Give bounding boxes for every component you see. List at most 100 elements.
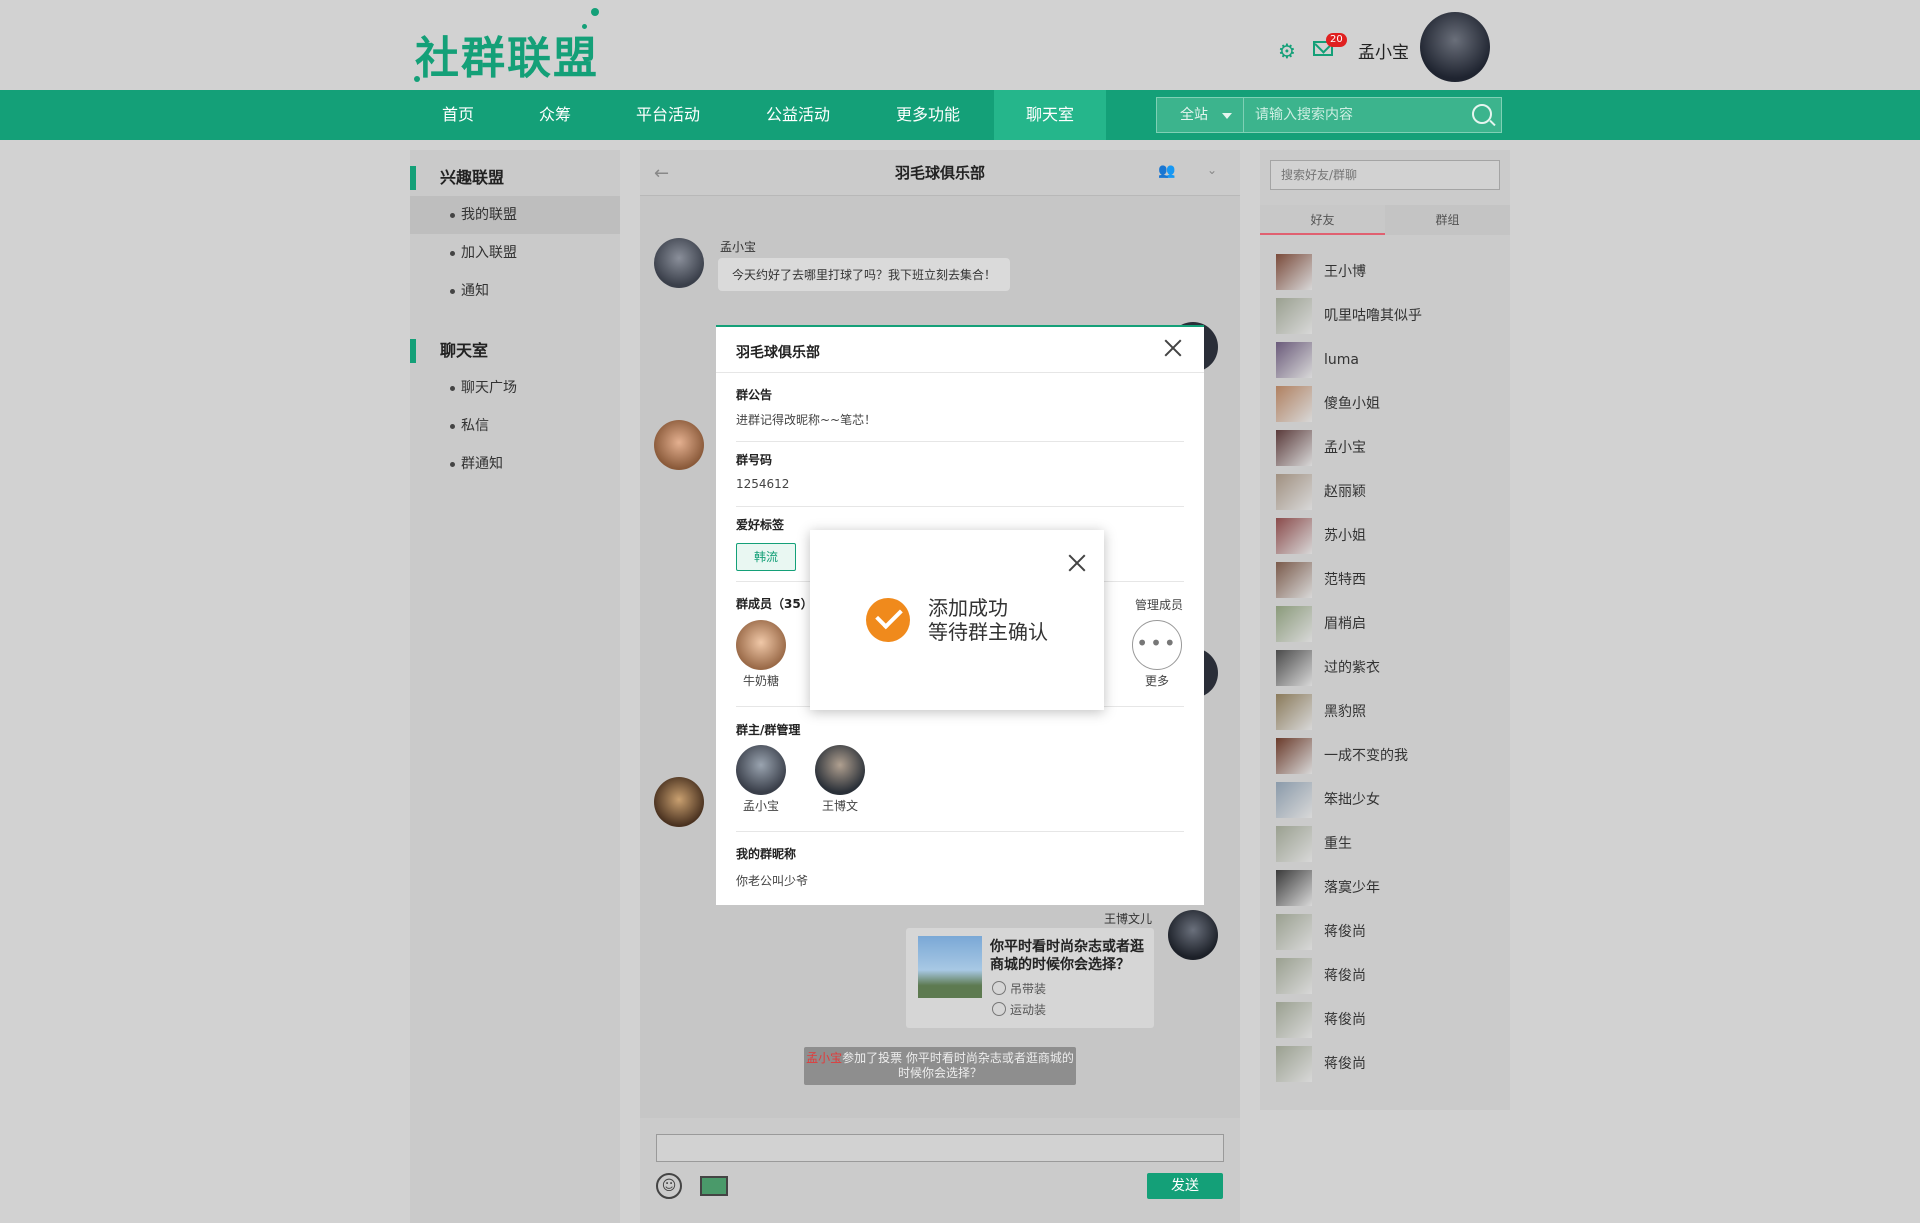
friend-item[interactable]: 黑豹照 xyxy=(1276,694,1496,730)
nav-item-home[interactable]: 首页 xyxy=(424,90,492,140)
members-icon[interactable]: 👥 xyxy=(1158,163,1175,179)
nickname-label: 我的群昵称 xyxy=(736,847,797,861)
friend-name: 蒋俊尚 xyxy=(1324,1056,1366,1072)
friend-item[interactable]: 蒋俊尚 xyxy=(1276,914,1496,950)
system-notice: 孟小宝参加了投票 你平时看时尚杂志或者逛商城的时候你会选择？ xyxy=(804,1047,1076,1085)
avatar[interactable] xyxy=(654,777,704,827)
divider xyxy=(716,372,1204,373)
sidebar-item-private-message[interactable]: 私信 xyxy=(410,407,620,445)
image-icon[interactable] xyxy=(700,1176,728,1196)
friend-item[interactable]: 笨拙少女 xyxy=(1276,782,1496,818)
notice-actor: 孟小宝 xyxy=(806,1051,843,1065)
sidebar-item-notifications[interactable]: 通知 xyxy=(410,272,620,310)
site-logo[interactable]: 社群联盟 xyxy=(415,22,599,86)
friend-avatar xyxy=(1276,562,1312,598)
members-label: 群成员（35） xyxy=(736,597,813,611)
sidebar-item-label: 我的联盟 xyxy=(461,207,517,223)
sidebar-section-chatroom: 聊天室 xyxy=(440,341,489,360)
bullet-icon xyxy=(450,212,455,218)
user-name[interactable]: 孟小宝 xyxy=(1358,38,1409,63)
friend-name: 过的紫衣 xyxy=(1324,660,1380,676)
tags-label: 爱好标签 xyxy=(736,518,785,532)
tab-friends[interactable]: 好友 xyxy=(1260,205,1385,235)
gear-icon[interactable]: ⚙ xyxy=(1276,40,1298,62)
friend-name: 笨拙少女 xyxy=(1324,792,1380,808)
friend-item[interactable]: 孟小宝 xyxy=(1276,430,1496,466)
bullet-icon xyxy=(450,250,455,256)
friend-item[interactable]: 一成不变的我 xyxy=(1276,738,1496,774)
send-button[interactable]: 发送 xyxy=(1147,1173,1223,1199)
close-icon[interactable] xyxy=(1160,335,1186,361)
friend-name: 孟小宝 xyxy=(1324,440,1366,456)
friend-avatar xyxy=(1276,298,1312,334)
friend-item[interactable]: 重生 xyxy=(1276,826,1496,862)
vote-option-radio[interactable] xyxy=(992,1002,1006,1016)
friend-item[interactable]: 傻鱼小姐 xyxy=(1276,386,1496,422)
sidebar-item-group-notice[interactable]: 群通知 xyxy=(410,445,620,483)
more-label[interactable]: 更多 xyxy=(1127,672,1187,689)
friend-item[interactable]: luma xyxy=(1276,342,1496,378)
admin-name: 孟小宝 xyxy=(742,799,779,813)
close-icon[interactable] xyxy=(1064,550,1090,576)
friend-item[interactable]: 苏小姐 xyxy=(1276,518,1496,554)
site-search-input[interactable] xyxy=(1245,98,1475,132)
admin-name: 王博文 xyxy=(821,799,858,813)
friend-name: 蒋俊尚 xyxy=(1324,924,1366,940)
friend-item[interactable]: 王小博 xyxy=(1276,254,1496,290)
search-icon[interactable] xyxy=(1472,104,1492,124)
notice-label: 群公告 xyxy=(736,388,773,402)
friend-search-input[interactable] xyxy=(1270,160,1500,190)
vote-image xyxy=(918,936,982,998)
nav-item-chatroom[interactable]: 聊天室 xyxy=(994,90,1106,140)
chevron-down-icon[interactable]: ⌄ xyxy=(1207,163,1217,177)
vote-option-label: 吊带装 xyxy=(1010,982,1047,996)
friend-item[interactable]: 蒋俊尚 xyxy=(1276,1046,1496,1082)
sidebar-item-join-alliance[interactable]: 加入联盟 xyxy=(410,234,620,272)
avatar[interactable] xyxy=(654,238,704,288)
caret-down-icon[interactable] xyxy=(1222,113,1232,119)
notice-text: 参加了投票 你平时看时尚杂志或者逛商城的时候你会选择？ xyxy=(842,1051,1074,1080)
message-bubble: 今天约好了去哪里打球了吗？我下班立刻去集合！ xyxy=(718,258,1011,291)
user-avatar[interactable] xyxy=(1420,12,1490,82)
admin-avatar[interactable] xyxy=(815,745,865,795)
friend-item[interactable]: 赵丽颖 xyxy=(1276,474,1496,510)
friend-avatar xyxy=(1276,826,1312,862)
more-icon[interactable]: ••• xyxy=(1132,620,1182,670)
friend-item[interactable]: 蒋俊尚 xyxy=(1276,958,1496,994)
friend-item[interactable]: 落寞少年 xyxy=(1276,870,1496,906)
sidebar-item-my-alliance[interactable]: 我的联盟 xyxy=(410,196,620,234)
message-input[interactable] xyxy=(656,1134,1224,1162)
sidebar-item-chat-square[interactable]: 聊天广场 xyxy=(410,369,620,407)
member-avatar[interactable] xyxy=(736,620,786,670)
nav-item-platform-events[interactable]: 平台活动 xyxy=(622,90,714,140)
nav-item-crowdfunding[interactable]: 众筹 xyxy=(522,90,588,140)
emoji-icon[interactable]: ☺ xyxy=(656,1173,682,1199)
sidebar-item-label: 加入联盟 xyxy=(461,245,517,261)
friend-avatar xyxy=(1276,870,1312,906)
friend-item[interactable]: 过的紫衣 xyxy=(1276,650,1496,686)
friend-name: 王小博 xyxy=(1324,264,1366,280)
friend-avatar xyxy=(1276,782,1312,818)
friend-item[interactable]: 叽里咕噜其似乎 xyxy=(1276,298,1496,334)
admin-avatar[interactable] xyxy=(736,745,786,795)
group-id-label: 群号码 xyxy=(736,453,773,467)
tab-groups[interactable]: 群组 xyxy=(1385,205,1510,235)
mail-badge: 20 xyxy=(1326,33,1347,47)
friend-item[interactable]: 眉梢启 xyxy=(1276,606,1496,642)
avatar[interactable] xyxy=(1168,910,1218,960)
friend-avatar xyxy=(1276,606,1312,642)
avatar[interactable] xyxy=(654,420,704,470)
nav-item-more[interactable]: 更多功能 xyxy=(882,90,974,140)
friend-avatar xyxy=(1276,650,1312,686)
friend-avatar xyxy=(1276,518,1312,554)
manage-members-link[interactable]: 管理成员 xyxy=(1135,596,1183,613)
hobby-tag[interactable]: 韩流 xyxy=(736,543,796,571)
friend-avatar xyxy=(1276,474,1312,510)
sidebar-item-label: 群通知 xyxy=(461,456,503,472)
friend-item[interactable]: 蒋俊尚 xyxy=(1276,1002,1496,1038)
nav-item-charity[interactable]: 公益活动 xyxy=(752,90,844,140)
friend-name: 蒋俊尚 xyxy=(1324,968,1366,984)
vote-option-radio[interactable] xyxy=(992,981,1006,995)
friend-item[interactable]: 范特西 xyxy=(1276,562,1496,598)
vote-option-label: 运动装 xyxy=(1010,1003,1047,1017)
